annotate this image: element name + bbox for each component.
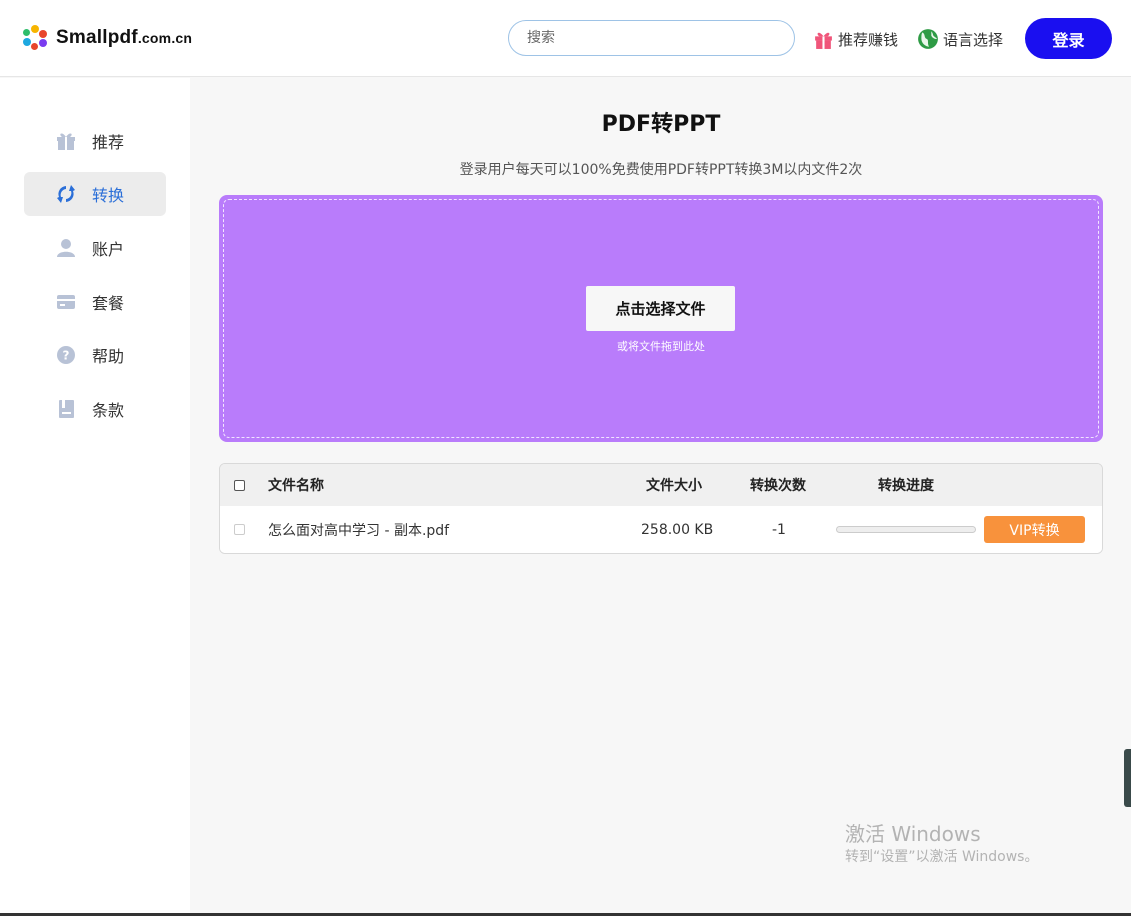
logo-mark-icon: [22, 25, 48, 51]
page-title: PDF转PPT: [601, 112, 721, 137]
help-icon: ?: [57, 346, 75, 364]
sync-icon: [57, 185, 75, 203]
header-file-name: 文件名称: [268, 478, 324, 494]
user-icon: [57, 239, 75, 257]
login-button[interactable]: 登录: [1025, 18, 1112, 59]
document-icon: [59, 400, 74, 418]
gift-icon: [57, 133, 75, 150]
sidebar-item-help[interactable]: ? 帮助: [24, 333, 166, 377]
sidebar-item-label: 条款: [92, 401, 125, 420]
referral-link[interactable]: 推荐赚钱: [813, 26, 898, 52]
sidebar-item-terms[interactable]: 条款: [24, 387, 166, 431]
svg-text:?: ?: [63, 349, 70, 363]
sidebar-item-label: 推荐: [92, 133, 125, 152]
language-label: 语言选择: [943, 30, 1004, 49]
activation-watermark-hint: 转到“设置”以激活 Windows。: [845, 849, 1039, 865]
row-checkbox[interactable]: [234, 506, 245, 553]
row-progress-bar: [836, 506, 976, 553]
referral-label: 推荐赚钱: [838, 30, 899, 49]
row-convert-count: -1: [772, 521, 786, 538]
sidebar-item-label: 套餐: [92, 294, 125, 313]
activation-watermark-title: 激活 Windows: [845, 822, 981, 846]
sidebar-item-label: 帮助: [92, 347, 125, 366]
sidebar-item-account[interactable]: 账户: [24, 226, 166, 270]
table-header: 文件名称 文件大小 转换次数 转换进度: [220, 464, 1102, 506]
file-dropzone[interactable]: 点击选择文件 或将文件拖到此处: [219, 195, 1103, 442]
row-action-cell: VIP转换: [984, 506, 1085, 553]
sidebar-item-label: 账户: [92, 240, 125, 259]
page-subtitle: 登录用户每天可以100%免费使用PDF转PPT转换3M以内文件2次: [459, 162, 863, 178]
header-file-size: 文件大小: [646, 478, 702, 494]
top-header: Smallpdf.com.cn 推荐赚钱 语言选择 登录: [0, 0, 1131, 77]
vip-convert-button[interactable]: VIP转换: [984, 516, 1085, 543]
logo-text: Smallpdf.com.cn: [56, 27, 193, 48]
gift-icon: [815, 32, 832, 49]
row-file-size: 258.00 KB: [641, 521, 714, 538]
choose-file-button[interactable]: 点击选择文件: [586, 286, 735, 331]
edge-side-widget[interactable]: [1124, 749, 1131, 807]
file-table: 文件名称 文件大小 转换次数 转换进度 怎么面对高中学习 - 副本.pdf 25…: [219, 463, 1103, 554]
globe-icon: [918, 29, 938, 49]
sidebar-item-recommend[interactable]: 推荐: [24, 119, 166, 163]
header-convert-count: 转换次数: [750, 478, 806, 494]
drag-hint: 或将文件拖到此处: [617, 340, 705, 353]
search-input[interactable]: [508, 20, 795, 56]
sidebar-item-plans[interactable]: 套餐: [24, 280, 166, 324]
site-logo[interactable]: Smallpdf.com.cn: [22, 24, 192, 52]
sidebar-item-convert[interactable]: 转换: [24, 172, 166, 216]
sidebar-item-label: 转换: [92, 186, 125, 205]
language-selector[interactable]: 语言选择: [917, 26, 1003, 52]
table-row: 怎么面对高中学习 - 副本.pdf 258.00 KB -1 VIP转换: [220, 506, 1102, 553]
row-file-name: 怎么面对高中学习 - 副本.pdf: [268, 522, 450, 539]
sidebar: 推荐 转换 账户 套餐 ? 帮助 条款: [0, 78, 190, 916]
header-convert-progress: 转换进度: [878, 478, 934, 494]
select-all-checkbox[interactable]: [234, 464, 245, 506]
card-icon: [57, 295, 75, 309]
